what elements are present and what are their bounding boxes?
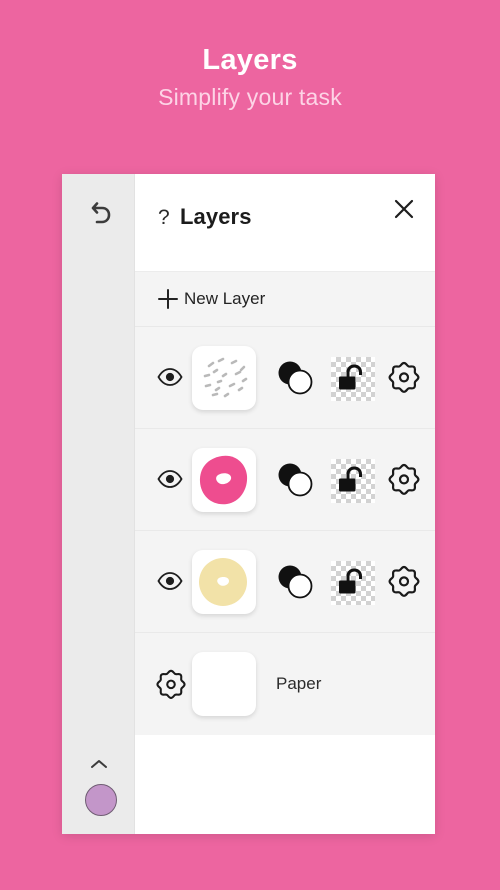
new-layer-button[interactable]: New Layer [135, 272, 435, 327]
blend-mode-icon[interactable] [276, 359, 316, 397]
plus-icon [158, 289, 178, 309]
layer-thumbnail[interactable] [192, 346, 256, 410]
app-window: ? Layers New Layer Paper [62, 174, 435, 834]
promo-title: Layers [202, 44, 298, 76]
gear-icon[interactable] [387, 360, 421, 394]
paper-label: Paper [276, 674, 322, 693]
table-row[interactable] [135, 531, 435, 633]
lock-background [331, 459, 375, 503]
cream-donut-thumbnail [199, 558, 247, 606]
eye-icon[interactable] [157, 368, 183, 386]
undo-arrow-icon[interactable] [84, 199, 114, 229]
paper-row[interactable]: Paper [135, 633, 435, 735]
gear-icon[interactable] [155, 668, 187, 700]
chevron-up-icon[interactable] [90, 758, 108, 770]
lock-background [331, 561, 375, 605]
gear-icon[interactable] [387, 462, 421, 496]
screen: Layers Simplify your task ? Layers New L… [0, 0, 500, 890]
left-toolbar [62, 174, 135, 834]
color-swatch[interactable] [85, 784, 117, 816]
panel-empty-area [135, 735, 435, 834]
layer-list: Paper [135, 327, 435, 834]
unlocked-padlock-icon[interactable] [335, 463, 371, 499]
layers-panel: ? Layers New Layer Paper [135, 174, 435, 834]
panel-title: Layers [180, 204, 252, 229]
sprinkles-thumbnail [203, 357, 248, 398]
table-row[interactable] [135, 429, 435, 531]
eye-icon[interactable] [157, 572, 183, 590]
gear-icon[interactable] [387, 564, 421, 598]
blend-mode-icon[interactable] [276, 461, 316, 499]
promo-subtitle: Simplify your task [158, 84, 342, 110]
unlocked-padlock-icon[interactable] [335, 361, 371, 397]
help-icon[interactable]: ? [158, 207, 170, 228]
blend-mode-icon[interactable] [276, 563, 316, 601]
close-x-icon[interactable] [391, 196, 417, 222]
pink-donut-thumbnail [199, 455, 248, 505]
unlocked-padlock-icon[interactable] [335, 565, 371, 601]
layer-thumbnail[interactable] [192, 550, 256, 614]
paper-thumbnail[interactable] [192, 652, 256, 716]
new-layer-label: New Layer [184, 289, 266, 308]
table-row[interactable] [135, 327, 435, 429]
eye-icon[interactable] [157, 470, 183, 488]
lock-background [331, 357, 375, 401]
layer-thumbnail[interactable] [192, 448, 256, 512]
panel-header: ? Layers [135, 174, 435, 272]
